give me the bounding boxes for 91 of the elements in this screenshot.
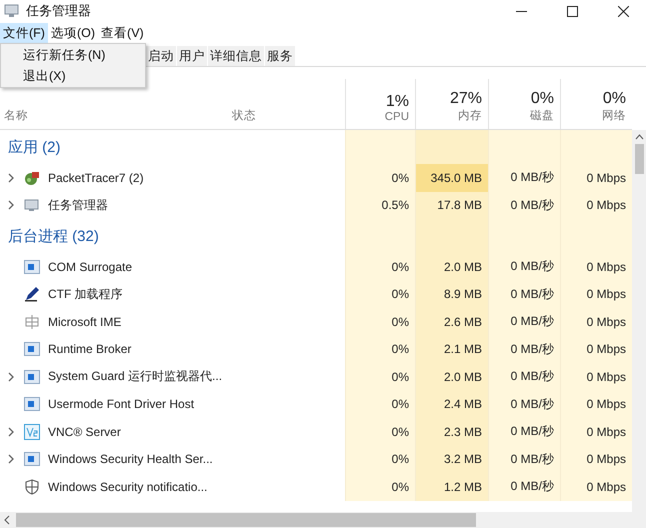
table-cell: 2.0 MB	[415, 253, 488, 280]
table-cell: 0.5%	[345, 192, 415, 219]
expand-chevron-icon[interactable]	[8, 200, 14, 210]
table-cell	[560, 130, 632, 164]
table-cell: 0 Mbps	[560, 280, 632, 308]
scroll-thumb[interactable]	[16, 513, 476, 527]
process-name[interactable]: Windows Security notificatio...	[48, 480, 208, 494]
table-cell: 0 Mbps	[560, 253, 632, 280]
table-cell: 0 Mbps	[560, 363, 632, 390]
group-header: 后台进程 (32)	[7, 226, 99, 246]
process-name[interactable]: 任务管理器	[48, 196, 108, 214]
table-cell: 0 MB/秒	[488, 280, 560, 308]
process-name[interactable]: CTF 加载程序	[48, 286, 123, 303]
table-cell: 1.2 MB	[415, 473, 488, 500]
table-cell	[345, 130, 415, 164]
tab[interactable]: 启动	[146, 46, 176, 66]
table-cell: 0 Mbps	[560, 308, 632, 336]
menu-item[interactable]: 查看(V)	[98, 23, 147, 43]
menu-item[interactable]: 文件(F)	[0, 23, 48, 43]
expand-chevron-icon[interactable]	[8, 372, 14, 382]
tab[interactable]: 服务	[265, 46, 295, 66]
table-cell: 0 Mbps	[560, 336, 632, 363]
table-cell: 0%	[345, 446, 415, 473]
shield-icon	[24, 478, 40, 495]
horizontal-scrollbar[interactable]	[0, 512, 646, 528]
table-cell: 0 MB/秒	[488, 336, 560, 363]
maximize-icon	[567, 6, 578, 16]
menu-option[interactable]: 运行新任务(N)	[1, 44, 145, 66]
process-name[interactable]: VNC® Server	[48, 424, 121, 439]
window-icon	[24, 260, 40, 274]
expand-chevron-icon[interactable]	[8, 172, 14, 183]
window-icon	[24, 452, 40, 466]
table-cell: 345.0 MB	[415, 164, 488, 192]
table-cell: 0%	[345, 280, 415, 308]
table-cell: 0%	[345, 336, 415, 363]
process-name[interactable]: Runtime Broker	[48, 342, 132, 356]
window-icon	[24, 397, 40, 412]
window-icon	[24, 370, 40, 384]
process-name[interactable]: Microsoft IME	[48, 314, 122, 329]
monitor-icon	[24, 197, 40, 214]
table-cell: 8.9 MB	[415, 280, 488, 308]
table-cell: 0%	[345, 473, 415, 500]
table-cell: 0 MB/秒	[488, 473, 560, 500]
monitor-icon	[4, 4, 20, 18]
table-cell: 0%	[345, 164, 415, 192]
process-name[interactable]: Windows Security Health Ser...	[48, 452, 213, 466]
process-name[interactable]: Usermode Font Driver Host	[48, 397, 194, 412]
table-cell: 0 Mbps	[560, 446, 632, 473]
tab[interactable]: 用户	[177, 46, 207, 66]
table-cell: 2.3 MB	[415, 418, 488, 446]
table-cell: 0 MB/秒	[488, 418, 560, 446]
table-cell: 0%	[345, 363, 415, 390]
table-cell: 0 MB/秒	[488, 363, 560, 390]
menu-item[interactable]: 选项(O)	[48, 23, 98, 43]
expand-chevron-icon[interactable]	[8, 454, 14, 464]
table-cell: 0 MB/秒	[488, 253, 560, 280]
group-header: 应用 (2)	[7, 138, 60, 156]
table-cell: 0 Mbps	[560, 473, 632, 500]
table-cell: 0 Mbps	[560, 192, 632, 219]
table-cell: 0 Mbps	[560, 390, 632, 418]
table-cell: 2.6 MB	[415, 308, 488, 336]
table-cell: 0%	[345, 390, 415, 418]
expand-chevron-icon[interactable]	[8, 426, 14, 437]
table-cell: 0%	[345, 253, 415, 280]
table-cell: 0 Mbps	[560, 164, 632, 192]
process-name[interactable]: PacketTracer7 (2)	[48, 170, 144, 185]
vertical-scrollbar[interactable]	[632, 130, 646, 512]
window-icon	[24, 342, 40, 356]
table-cell: 0 Mbps	[560, 418, 632, 446]
table-cell: 2.0 MB	[415, 363, 488, 390]
close-icon	[618, 6, 629, 16]
table-cell	[488, 130, 560, 164]
table-cell: 0%	[345, 418, 415, 446]
keyboard-icon	[24, 314, 40, 330]
process-name[interactable]: COM Surrogate	[48, 260, 132, 274]
scroll-thumb[interactable]	[634, 144, 644, 174]
table-cell: 3.2 MB	[415, 446, 488, 473]
table-cell: 0 MB/秒	[488, 446, 560, 473]
table-cell: 17.8 MB	[415, 192, 488, 219]
pen-icon	[24, 286, 40, 302]
vnc-icon	[24, 424, 40, 440]
tab[interactable]: 详细信息	[208, 46, 264, 66]
table-cell: 0%	[345, 308, 415, 336]
table-cell: 0 MB/秒	[488, 390, 560, 418]
window-title: 任务管理器	[26, 2, 92, 20]
table-cell: 2.1 MB	[415, 336, 488, 363]
table-cell: 0 MB/秒	[488, 164, 560, 192]
table-cell: 2.4 MB	[415, 390, 488, 418]
table-cell: 0 MB/秒	[488, 308, 560, 336]
process-name[interactable]: System Guard 运行时监视器代...	[48, 368, 222, 386]
table-cell: 0 MB/秒	[488, 192, 560, 219]
